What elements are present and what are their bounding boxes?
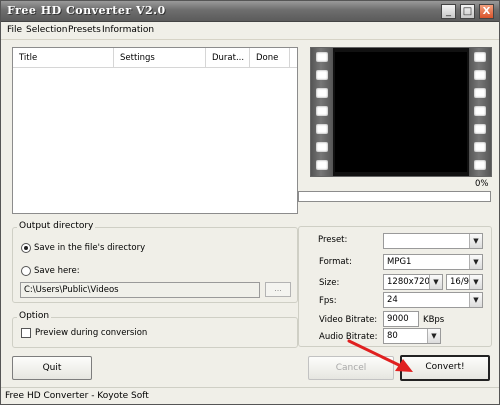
menu-file[interactable]: File: [7, 25, 22, 35]
chevron-down-icon: ▼: [429, 275, 442, 289]
video-bitrate-unit: KBps: [423, 315, 445, 325]
close-button[interactable]: X: [479, 4, 494, 19]
menu-bar: File Selection Presets Information: [1, 22, 499, 40]
format-value: MPG1: [387, 257, 412, 267]
progress-percent: 0%: [475, 179, 489, 189]
title-bar[interactable]: Free HD Converter V2.0 _ □ X: [1, 1, 499, 22]
preview-during-conversion-label[interactable]: Preview during conversion: [35, 328, 147, 338]
chevron-down-icon: ▼: [469, 234, 482, 248]
column-duration[interactable]: Durat...: [206, 48, 250, 68]
preview-screen: [335, 52, 467, 172]
save-in-file-dir-label[interactable]: Save in the file's directory: [34, 243, 145, 253]
video-bitrate-input[interactable]: 9000: [383, 311, 419, 327]
chevron-down-icon: ▼: [469, 293, 482, 307]
save-in-file-dir-radio[interactable]: [21, 243, 31, 253]
annotation-arrow: [347, 339, 413, 372]
menu-information[interactable]: Information: [102, 25, 154, 35]
save-here-label[interactable]: Save here:: [34, 266, 80, 276]
output-directory-label: Output directory: [17, 221, 96, 231]
status-bar: Free HD Converter - Koyote Soft: [1, 387, 499, 404]
size-label: Size:: [319, 278, 340, 288]
status-text: Free HD Converter - Koyote Soft: [5, 391, 149, 401]
save-here-radio[interactable]: [21, 266, 31, 276]
size-value: 1280x720: [387, 277, 430, 287]
fps-select[interactable]: 24 ▼: [383, 292, 483, 308]
menu-presets[interactable]: Presets: [68, 25, 101, 35]
maximize-icon: □: [462, 5, 473, 17]
format-select[interactable]: MPG1 ▼: [383, 254, 483, 270]
aspect-select[interactable]: 16/9 ▼: [446, 274, 483, 290]
minimize-button[interactable]: _: [441, 4, 456, 19]
column-done[interactable]: Done: [250, 48, 290, 68]
aspect-value: 16/9: [450, 277, 470, 287]
size-select[interactable]: 1280x720 ▼: [383, 274, 443, 290]
close-icon: X: [482, 5, 491, 17]
chevron-down-icon: ▼: [469, 275, 482, 289]
window-title: Free HD Converter V2.0: [7, 4, 166, 17]
video-bitrate-label: Video Bitrate:: [319, 315, 378, 325]
option-label: Option: [17, 311, 52, 321]
file-list[interactable]: Title Settings Durat... Done: [12, 47, 298, 214]
fps-label: Fps:: [319, 296, 337, 306]
minimize-icon: _: [446, 5, 451, 17]
chevron-down-icon: ▼: [427, 329, 440, 343]
app-window: Free HD Converter V2.0 _ □ X File Select…: [0, 0, 500, 405]
film-strip-right: [469, 48, 491, 176]
file-list-header: Title Settings Durat... Done: [13, 48, 297, 68]
column-title[interactable]: Title: [13, 48, 114, 68]
progress-bar: [298, 191, 491, 202]
preset-select[interactable]: ▼: [383, 233, 483, 249]
column-settings[interactable]: Settings: [114, 48, 206, 68]
fps-value: 24: [387, 295, 398, 305]
quit-button[interactable]: Quit: [12, 356, 92, 380]
video-preview: [310, 47, 492, 177]
browse-button[interactable]: ...: [265, 282, 291, 297]
film-strip-left: [311, 48, 333, 176]
menu-selection[interactable]: Selection: [26, 25, 67, 35]
format-label: Format:: [319, 257, 352, 267]
preset-label: Preset:: [318, 235, 348, 242]
maximize-button[interactable]: □: [460, 4, 475, 19]
preview-during-conversion-checkbox[interactable]: [21, 328, 31, 338]
output-path-field[interactable]: C:\Users\Public\Videos: [20, 282, 260, 298]
chevron-down-icon: ▼: [469, 255, 482, 269]
